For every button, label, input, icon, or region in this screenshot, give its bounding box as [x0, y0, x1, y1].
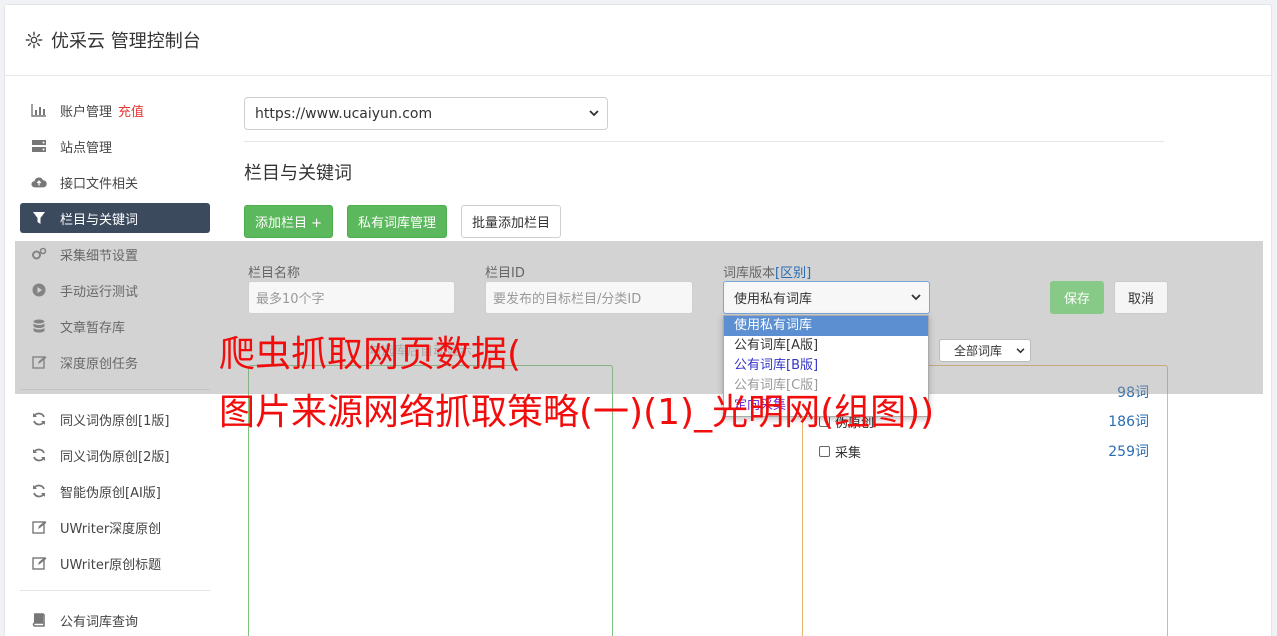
- divider: [244, 141, 1164, 142]
- dropdown-option[interactable]: 公有词库[A版]: [724, 336, 928, 356]
- site-select-value: https://www.ucaiyun.com: [255, 105, 433, 122]
- cloud-upload-icon: [31, 174, 47, 190]
- sidebar-item-label: 接口文件相关: [60, 176, 139, 192]
- lib-version-group: 词库版本[区别] 使用私有词库: [723, 262, 930, 314]
- sidebar-item-uwriter-title[interactable]: UWriter原创标题: [20, 548, 210, 578]
- refresh-icon: [31, 483, 47, 499]
- watermark-line-1: 爬虫抓取网页数据(: [219, 334, 522, 375]
- column-name-group: 栏目名称 最多10个字: [248, 262, 455, 314]
- sidebar-item-label: 同义词伪原创[2版]: [60, 449, 170, 465]
- library-checkbox[interactable]: [819, 445, 830, 457]
- watermark-line-2: 图片来源网络抓取策略(一)(1)_光明网(组图)): [219, 392, 935, 433]
- sidebar-item-label: 栏目与关键词: [60, 212, 139, 228]
- cancel-button[interactable]: 取消: [1114, 281, 1168, 314]
- sidebar-item-sites[interactable]: 站点管理: [20, 131, 210, 161]
- section-title: 栏目与关键词: [244, 163, 352, 184]
- column-name-label: 栏目名称: [248, 266, 301, 281]
- action-buttons: 添加栏目 + 私有词库管理 批量添加栏目: [244, 205, 1164, 238]
- sidebar-item-label: 智能伪原创[AI版]: [60, 485, 161, 501]
- library-row[interactable]: 采集 259词: [819, 441, 1149, 461]
- filter-icon: [31, 210, 47, 226]
- refresh-icon: [31, 447, 47, 463]
- server-icon: [31, 138, 47, 154]
- sidebar-item-ai-rewrite[interactable]: 智能伪原创[AI版]: [20, 476, 210, 506]
- private-lib-button[interactable]: 私有词库管理: [347, 205, 448, 238]
- main-content: https://www.ucaiyun.com 栏目与关键词 添加栏目 + 私有…: [244, 97, 1164, 238]
- gear-icon: [25, 31, 43, 49]
- refresh-icon: [31, 411, 47, 427]
- save-button[interactable]: 保存: [1050, 281, 1104, 314]
- add-column-button[interactable]: 添加栏目 +: [244, 205, 334, 238]
- library-count: 186词: [1108, 414, 1149, 430]
- sidebar-item-label: 同义词伪原创[1版]: [60, 413, 170, 429]
- difference-link[interactable]: [区别]: [775, 266, 811, 281]
- sidebar-item-account[interactable]: 账户管理 充值: [20, 95, 210, 125]
- edit-icon: [31, 555, 47, 571]
- dropdown-option[interactable]: 公有词库[B版]: [724, 356, 928, 376]
- sidebar-divider: [20, 590, 210, 591]
- page-header: 优采云 管理控制台: [5, 5, 1273, 76]
- bar-chart-icon: [31, 102, 47, 118]
- sidebar-item-label: 站点管理: [60, 140, 113, 156]
- column-id-group: 栏目ID 要发布的目标栏目/分类ID: [485, 262, 693, 314]
- sidebar-item-label: UWriter原创标题: [60, 557, 162, 573]
- library-filter-value: 全部词库: [954, 344, 1003, 358]
- recharge-link[interactable]: 充值: [118, 101, 144, 120]
- column-id-input[interactable]: 要发布的目标栏目/分类ID: [485, 281, 693, 314]
- chevron-down-icon: [1016, 347, 1025, 353]
- sidebar-item-synonym-v2[interactable]: 同义词伪原创[2版]: [20, 440, 210, 470]
- edit-icon: [31, 519, 47, 535]
- chevron-down-icon: [911, 294, 921, 301]
- add-column-form: 栏目名称 最多10个字 栏目ID 要发布的目标栏目/分类ID 词库版本[区别] …: [244, 262, 1174, 322]
- sidebar-item-uwriter-deep[interactable]: UWriter深度原创: [20, 512, 210, 542]
- book-icon: [31, 612, 47, 628]
- site-select[interactable]: https://www.ucaiyun.com: [244, 97, 608, 130]
- sidebar-item-label: 账户管理: [60, 104, 113, 120]
- column-id-label: 栏目ID: [485, 266, 525, 281]
- lib-version-value: 使用私有词库: [734, 292, 813, 307]
- sidebar-item-label: 公有词库查询: [60, 614, 139, 630]
- sidebar-item-public-lib[interactable]: 公有词库查询: [20, 605, 210, 635]
- column-name-input[interactable]: 最多10个字: [248, 281, 455, 314]
- sidebar-item-label: UWriter深度原创: [60, 521, 162, 537]
- sidebar-item-columns[interactable]: 栏目与关键词: [20, 203, 210, 233]
- library-count: 259词: [1108, 444, 1149, 460]
- page-title: 优采云 管理控制台: [51, 31, 201, 52]
- chevron-down-icon: [589, 110, 599, 117]
- dropdown-option[interactable]: 使用私有词库: [724, 316, 928, 336]
- library-name: 采集: [835, 445, 862, 461]
- lib-version-select[interactable]: 使用私有词库: [723, 281, 930, 314]
- batch-add-button[interactable]: 批量添加栏目: [461, 205, 562, 238]
- sidebar-item-interface[interactable]: 接口文件相关: [20, 167, 210, 197]
- sidebar-item-synonym-v1[interactable]: 同义词伪原创[1版]: [20, 404, 210, 434]
- library-filter-select[interactable]: 全部词库: [939, 339, 1031, 362]
- lib-version-label: 词库版本[区别]: [723, 266, 812, 281]
